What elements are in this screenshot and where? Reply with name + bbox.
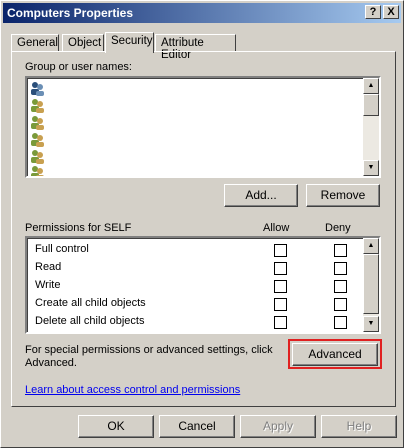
scroll-thumb[interactable] (363, 94, 379, 116)
add-button[interactable]: Add... (224, 184, 298, 207)
list-item[interactable] (29, 80, 45, 97)
tab-security[interactable]: Security (105, 32, 154, 53)
advanced-highlight (288, 339, 382, 369)
list-item[interactable] (29, 131, 45, 148)
ok-button[interactable]: OK (78, 415, 154, 438)
permission-name: Full control (35, 243, 89, 255)
deny-checkbox[interactable] (334, 262, 347, 275)
permission-row: Create all child objects (35, 295, 365, 313)
permission-row: Delete all child objects (35, 313, 365, 331)
permission-name: Create all child objects (35, 297, 146, 309)
user-group-icon (31, 82, 44, 96)
tab-object[interactable]: Object (62, 34, 104, 52)
special-permissions-text-2: Advanced. (25, 357, 77, 369)
cancel-button[interactable]: Cancel (159, 415, 235, 438)
allow-checkbox[interactable] (274, 298, 287, 311)
user-group-icon (31, 150, 44, 164)
window-title: Computers Properties (7, 6, 134, 20)
allow-checkbox[interactable] (274, 262, 287, 275)
permission-name: Read (35, 261, 62, 273)
permissions-scrollbar[interactable]: ▲ ▼ (363, 238, 379, 332)
scroll-down-button[interactable]: ▼ (363, 160, 379, 176)
permission-name: Write (35, 279, 61, 291)
deny-header: Deny (325, 222, 351, 234)
list-item[interactable] (29, 97, 45, 114)
scroll-thumb[interactable] (363, 254, 379, 314)
help-title-button[interactable]: ? (365, 5, 381, 19)
access-control-link[interactable]: Learn about access control and permissio… (25, 384, 240, 396)
permissions-label: Permissions for SELF (25, 222, 132, 234)
deny-checkbox[interactable] (334, 280, 347, 293)
user-group-icon (31, 116, 44, 130)
list-item[interactable] (29, 164, 45, 176)
allow-header: Allow (263, 222, 290, 234)
close-button[interactable]: X (383, 5, 399, 19)
scroll-down-button[interactable]: ▼ (363, 316, 379, 332)
list-item[interactable] (29, 114, 45, 131)
users-scrollbar[interactable]: ▲ ▼ (363, 78, 379, 176)
deny-checkbox[interactable] (334, 316, 347, 329)
user-group-icon (31, 133, 44, 147)
permissions-list: Full control Read Write Create all child… (25, 236, 381, 334)
tab-general[interactable]: General (11, 34, 59, 52)
apply-button[interactable]: Apply (240, 415, 316, 438)
permission-name: Delete all child objects (35, 315, 145, 327)
properties-dialog: Computers Properties ? X General Object … (0, 0, 404, 448)
remove-button[interactable]: Remove (306, 184, 380, 207)
scroll-up-button[interactable]: ▲ (363, 78, 379, 94)
user-group-icon (31, 99, 44, 113)
permission-row: Full control (35, 241, 365, 259)
help-button[interactable]: Help (321, 415, 397, 438)
users-listbox[interactable]: ▲ ▼ (25, 76, 381, 178)
scroll-up-button[interactable]: ▲ (363, 238, 379, 254)
special-permissions-text: For special permissions or advanced sett… (25, 344, 273, 356)
permission-row: Read (35, 259, 365, 277)
allow-checkbox[interactable] (274, 244, 287, 257)
allow-checkbox[interactable] (274, 280, 287, 293)
title-bar[interactable]: Computers Properties ? X (3, 3, 401, 23)
user-group-icon (31, 166, 44, 176)
tab-attribute-editor[interactable]: Attribute Editor (155, 34, 236, 61)
permission-row: Write (35, 277, 365, 295)
allow-checkbox[interactable] (274, 316, 287, 329)
list-item[interactable] (29, 148, 45, 165)
deny-checkbox[interactable] (334, 298, 347, 311)
group-users-label: Group or user names: (25, 61, 132, 73)
deny-checkbox[interactable] (334, 244, 347, 257)
